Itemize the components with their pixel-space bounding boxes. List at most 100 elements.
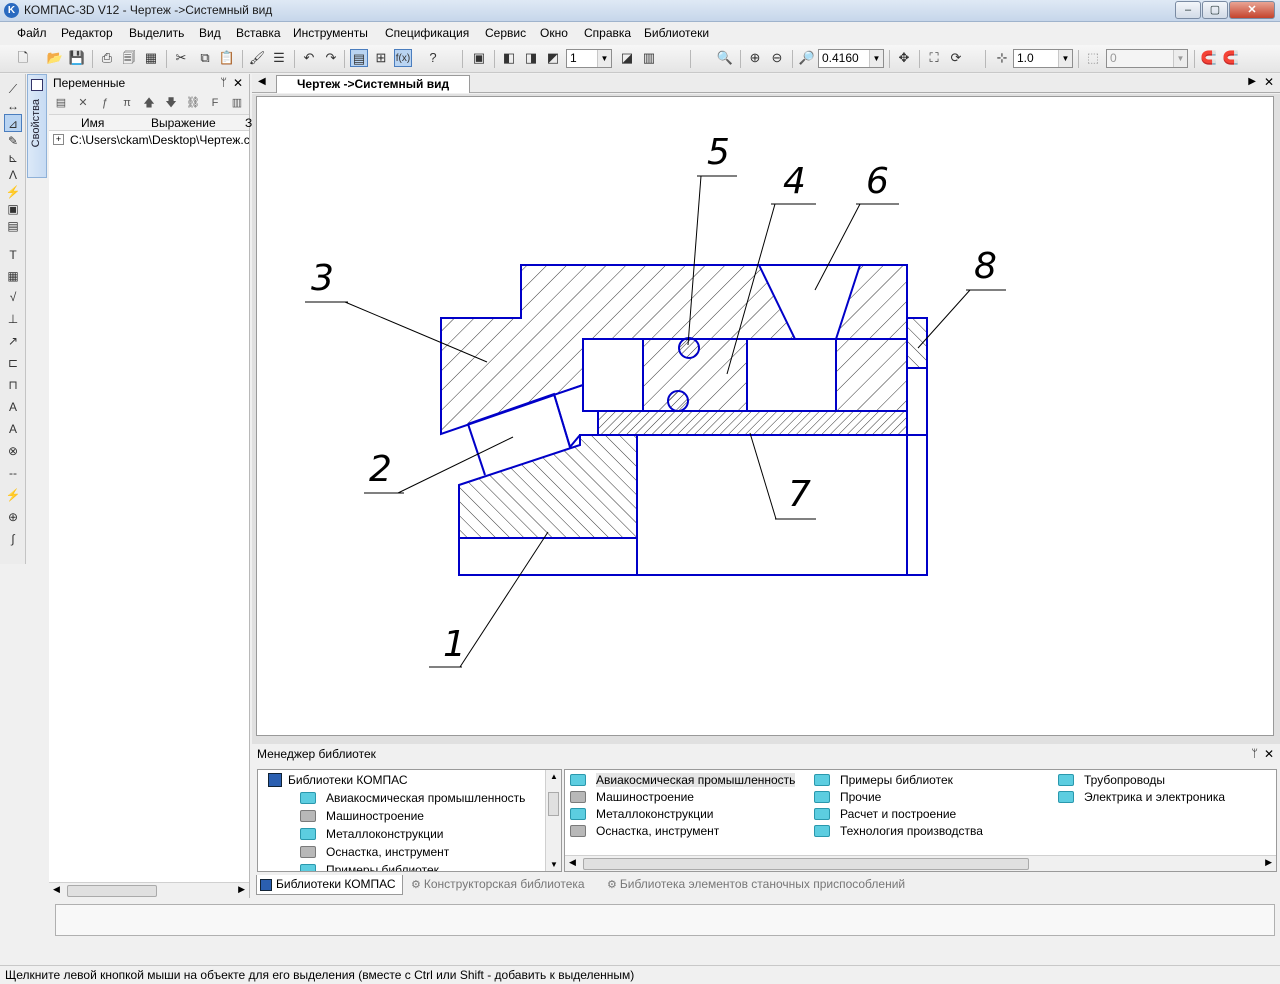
part-3-right[interactable] [835,338,908,412]
tab-scroll-left-icon[interactable]: ◀ [258,76,266,87]
cursor-step-select[interactable]: 1.0 ▼ [1013,49,1073,68]
part-housing[interactable] [636,434,928,576]
variables-fx-icon[interactable]: f(x) [394,49,412,67]
copy-icon[interactable]: ⧉ [196,49,214,67]
tab-design-library[interactable]: ⚙ Конструкторская библиотека [408,875,585,895]
tolerance-icon[interactable]: ⊏ [4,354,22,372]
close-icon[interactable]: ✕ [1264,744,1274,764]
category-item[interactable]: Прочие [814,789,881,806]
dimensions-icon[interactable]: ↔ [4,97,22,115]
scroll-down-icon[interactable]: ▼ [550,860,558,869]
base-icon[interactable]: ⊥ [4,310,22,328]
scroll-thumb[interactable] [583,858,1029,870]
expand-icon[interactable]: + [53,134,64,145]
variables-row[interactable]: + C:\Users\ckam\Desktop\Чертеж.c [49,131,249,149]
menu-specification[interactable]: Спецификация [385,26,469,40]
pin-icon[interactable]: ᛘ [1251,744,1258,764]
wave-line-icon[interactable]: ∫ [4,530,22,548]
category-item[interactable]: Оснастка, инструмент [570,823,719,840]
zoom-in-icon[interactable]: ⊕ [746,49,764,67]
close-icon[interactable]: ✕ [233,74,243,92]
scroll-thumb[interactable] [548,792,559,816]
lightning-icon[interactable]: ⚡ [4,486,22,504]
part-5-pin-lower[interactable] [667,390,689,412]
scroll-up-icon[interactable]: ▲ [550,772,558,781]
layer-next-icon[interactable]: ◨ [522,49,540,67]
layer-number-select[interactable]: 1 ▼ [566,49,612,68]
pi-icon[interactable]: π [119,95,135,111]
geometry-icon[interactable]: ⟋ [4,80,22,98]
snap-grid-icon[interactable]: ⊹ [993,49,1011,67]
save-icon[interactable]: 💾 [68,49,86,67]
part-8-strip[interactable] [906,317,928,369]
menu-select[interactable]: Выделить [129,26,184,40]
scroll-left-icon[interactable]: ◀ [53,884,60,895]
category-item[interactable]: Примеры библиотек [814,772,953,789]
part-5-pin-upper[interactable] [678,337,700,359]
arrow-up-icon[interactable]: 🡅 [141,95,157,111]
zoom-scale-icon[interactable]: 🔎 [798,49,816,67]
snap-magnet-icon[interactable]: 🧲 [1200,49,1218,67]
maximize-button[interactable]: ▢ [1202,1,1228,19]
tree-item[interactable]: Авиакосмическая промышленность [300,789,525,807]
cut-icon[interactable]: ✂ [172,49,190,67]
print-icon[interactable]: ⎙ [98,49,116,67]
layer-state-icon[interactable]: ◪ [618,49,636,67]
close-window-button[interactable]: ✕ [1229,1,1275,19]
tree-root-kompas-libraries[interactable]: Библиотеки КОМПАС [268,771,408,789]
close-document-icon[interactable]: ✕ [1264,75,1274,89]
text-icon[interactable]: T [4,246,22,264]
parametrization-icon[interactable]: ⊾ [4,149,22,167]
link-icon[interactable]: ⛓ [185,95,201,111]
scroll-left-icon[interactable]: ◀ [569,857,576,868]
scroll-right-icon[interactable]: ▶ [238,884,245,895]
zoom-out-icon[interactable]: ⊖ [768,49,786,67]
tab-scroll-right-icon[interactable]: ▶ [1248,76,1256,87]
menu-libraries[interactable]: Библиотеки [644,26,709,40]
delete-icon[interactable]: ✕ [75,95,91,111]
minimize-button[interactable]: – [1175,1,1201,19]
crosshair-icon[interactable]: ⊕ [4,508,22,526]
tab-fixture-elements-library[interactable]: ⚙ Библиотека элементов станочных приспосо… [604,875,905,895]
list-icon[interactable]: ☰ [270,49,288,67]
category-item[interactable]: Авиакосмическая промышленность [570,772,796,789]
tab-drawing[interactable]: Чертеж ->Системный вид [276,75,471,93]
layer-edit-icon[interactable]: ◩ [544,49,562,67]
local-snap-icon[interactable]: 🧲 [1222,49,1240,67]
layer-visibility-icon[interactable]: ▥ [640,49,658,67]
properties-doc-icon[interactable]: ▦ [142,49,160,67]
tree-item[interactable]: Оснастка, инструмент [300,843,449,861]
category-item[interactable]: Металлоконструкции [570,806,714,823]
scroll-thumb[interactable] [67,885,157,897]
edit-icon[interactable]: ✎ [4,132,22,150]
external-variables-icon[interactable]: F [207,95,223,111]
manager-icon[interactable]: ⊞ [372,49,390,67]
pin-icon[interactable]: ᛘ [220,74,227,92]
tab-kompas-libraries[interactable]: Библиотеки КОМПАС [256,875,403,895]
help-pointer-icon[interactable]: ? [424,49,442,67]
spec-icon[interactable]: ▤ [4,217,22,235]
menu-file[interactable]: Файл [17,26,47,40]
menu-view[interactable]: Вид [199,26,221,40]
menu-tools[interactable]: Инструменты [293,26,368,40]
category-item[interactable]: Расчет и построение [814,806,956,823]
menu-window[interactable]: Окно [540,26,568,40]
categories-hscrollbar[interactable]: ◀ ▶ [565,855,1276,871]
menu-editor[interactable]: Редактор [61,26,113,40]
category-item[interactable]: Трубопроводы [1058,772,1165,789]
part-7-plate[interactable] [597,410,908,436]
part-4-window[interactable] [746,338,837,412]
select-icon[interactable]: ⚡ [4,183,22,201]
category-item[interactable]: Технология производства [814,823,983,840]
layer-prev-icon[interactable]: ◧ [500,49,518,67]
leader-icon[interactable]: ↗ [4,332,22,350]
arrow-view-icon[interactable]: A [4,398,22,416]
part-1-foot[interactable] [458,537,638,576]
designations-icon[interactable]: ⊿ [4,114,22,132]
variables-table-icon[interactable]: ▤ [53,95,69,111]
menu-service[interactable]: Сервис [485,26,526,40]
chevron-down-icon[interactable]: ▼ [869,50,883,67]
table-icon[interactable]: ▦ [4,267,22,285]
roughness-icon[interactable]: √ [4,288,22,306]
category-item[interactable]: Электрика и электроника [1058,789,1225,806]
